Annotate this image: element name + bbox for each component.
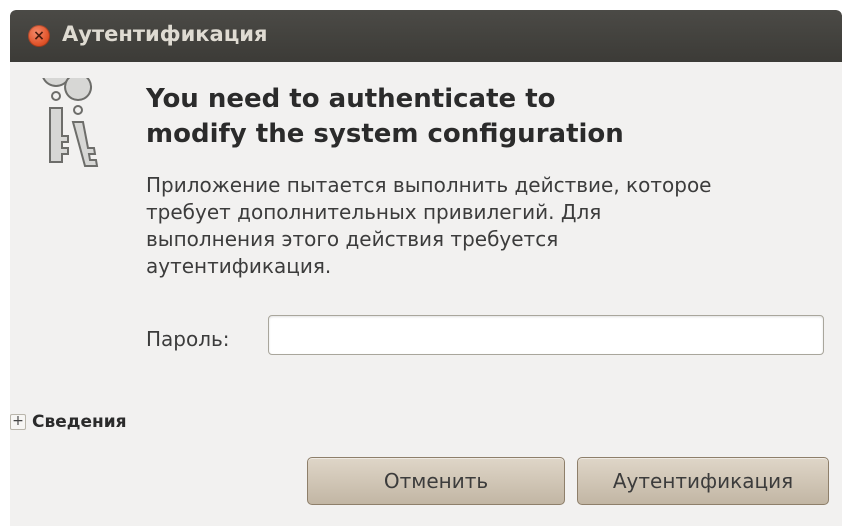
titlebar: × Аутентификация	[10, 10, 842, 62]
message-line: выполнения этого действия требуется	[146, 227, 559, 251]
password-input[interactable]	[268, 315, 824, 355]
dialog-heading: You need to authenticate to modify the s…	[146, 82, 826, 152]
expand-plus-icon[interactable]: +	[10, 414, 26, 430]
message-line: требует дополнительных привилегий. Для	[146, 200, 602, 224]
auth-dialog-window: × Аутентификация You need to authenticat…	[10, 10, 842, 526]
message-line: аутентификация.	[146, 254, 332, 278]
password-label: Пароль:	[146, 327, 230, 351]
heading-line: modify the system configuration	[146, 119, 624, 149]
details-label[interactable]: Сведения	[32, 412, 127, 432]
window-title: Аутентификация	[62, 22, 268, 46]
keys-icon	[42, 78, 99, 167]
authenticate-button[interactable]: Аутентификация	[577, 457, 829, 505]
close-icon[interactable]: ×	[28, 25, 50, 47]
dialog-message: Приложение пытается выполнить действие, …	[146, 172, 836, 280]
details-expander[interactable]: + Сведения	[10, 412, 127, 432]
heading-line: You need to authenticate to	[146, 84, 556, 114]
message-line: Приложение пытается выполнить действие, …	[146, 173, 712, 197]
cancel-button[interactable]: Отменить	[307, 457, 565, 505]
